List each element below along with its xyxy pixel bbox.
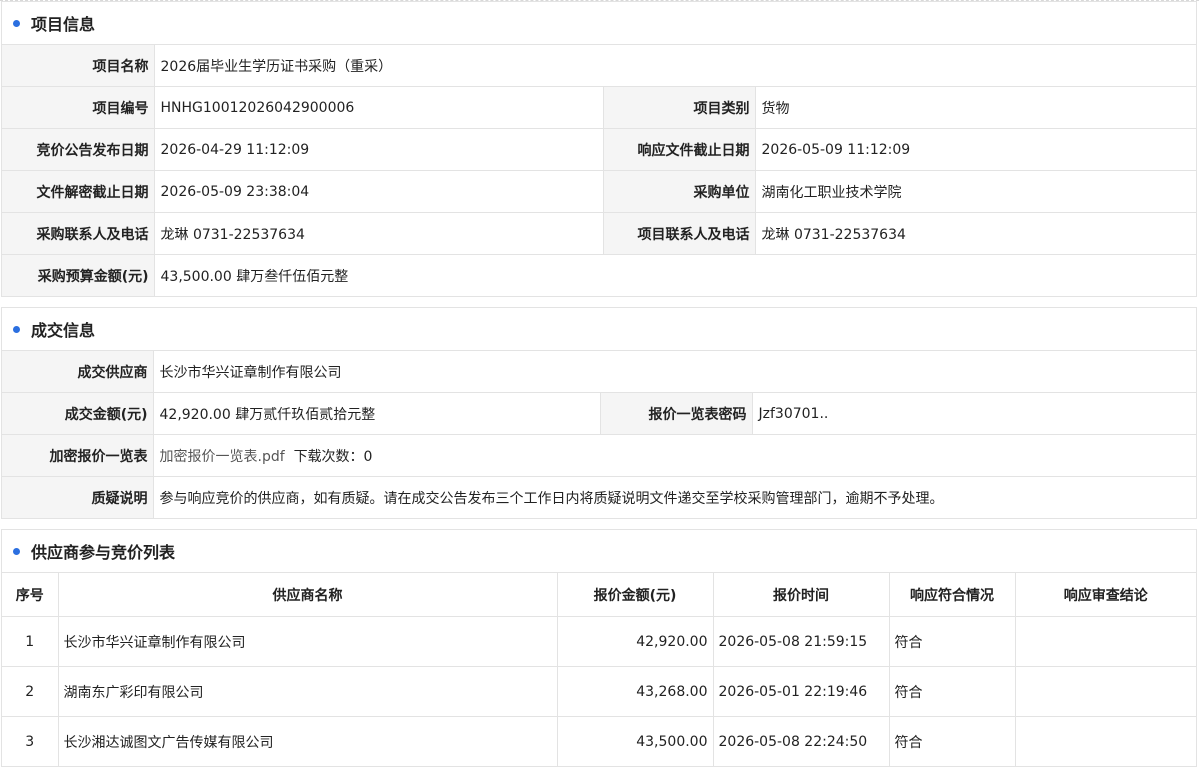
column-header: 报价金额(元) [557, 572, 714, 617]
quote-password-value: Jzf30701.. [752, 392, 1196, 435]
row-number: 1 [2, 616, 59, 667]
column-header: 响应审查结论 [1015, 572, 1196, 617]
table-row: 2 湖南东广彩印有限公司 43,268.00 2026-05-01 22:19:… [2, 666, 1196, 717]
row-number: 3 [2, 716, 59, 766]
row-number: 2 [2, 666, 59, 717]
column-header: 序号 [2, 572, 59, 617]
project-info-table: 项目名称 2026届毕业生学历证书采购（重采） 项目编号 HNHG1001202… [2, 44, 1196, 296]
section-header: 成交信息 [2, 308, 1196, 350]
publish-date-value: 2026-04-29 11:12:09 [154, 128, 604, 171]
deal-info-table: 成交供应商 长沙市华兴证章制作有限公司 成交金额(元) 42,920.00 肆万… [2, 350, 1196, 518]
section-header: 供应商参与竞价列表 [2, 530, 1196, 572]
row-deal-amount: 成交金额(元) 42,920.00 肆万贰仟玖佰贰拾元整 报价一览表密码 Jzf… [2, 392, 1196, 435]
review-conclusion [1015, 666, 1196, 717]
row-project-code: 项目编号 HNHG10012026042900006 项目类别 货物 [2, 86, 1196, 129]
field-label: 项目联系人及电话 [603, 212, 756, 255]
field-label: 项目类别 [603, 86, 756, 129]
deal-info-section: 成交信息 成交供应商 长沙市华兴证章制作有限公司 成交金额(元) 42,920.… [1, 307, 1197, 519]
field-label: 项目名称 [2, 44, 155, 87]
field-label: 加密报价一览表 [2, 434, 154, 477]
section-title: 成交信息 [31, 321, 96, 340]
bullet-dot-icon [13, 19, 20, 27]
row-encrypted-file: 加密报价一览表 加密报价一览表.pdf 下载次数：0 [2, 434, 1196, 477]
bid-time: 2026-05-08 21:59:15 [713, 616, 890, 667]
column-header: 响应符合情况 [889, 572, 1016, 617]
bullet-dot-icon [13, 547, 20, 555]
deal-supplier-value: 长沙市华兴证章制作有限公司 [153, 350, 1196, 393]
field-label: 响应文件截止日期 [603, 128, 756, 171]
field-label: 项目编号 [2, 86, 155, 129]
project-category-value: 货物 [755, 86, 1196, 129]
field-label: 采购单位 [603, 170, 756, 213]
row-budget: 采购预算金额(元) 43,500.00 肆万叁仟伍佰元整 [2, 254, 1196, 296]
compliance-status: 符合 [889, 616, 1016, 667]
download-count: 下载次数：0 [293, 448, 373, 465]
project-info-section: 项目信息 项目名称 2026届毕业生学历证书采购（重采） 项目编号 HNHG10… [1, 1, 1197, 297]
field-label: 质疑说明 [2, 476, 154, 518]
purchase-contact-value: 龙琳 0731-22537634 [154, 212, 604, 255]
row-dates: 竞价公告发布日期 2026-04-29 11:12:09 响应文件截止日期 20… [2, 128, 1196, 171]
field-label: 竞价公告发布日期 [2, 128, 155, 171]
row-objection: 质疑说明 参与响应竞价的供应商，如有质疑。请在成交公告发布三个工作日内将质疑说明… [2, 476, 1196, 518]
supplier-name: 湖南东广彩印有限公司 [58, 666, 558, 717]
section-header: 项目信息 [2, 2, 1196, 44]
project-name-value: 2026届毕业生学历证书采购（重采） [154, 44, 1196, 87]
table-row: 1 长沙市华兴证章制作有限公司 42,920.00 2026-05-08 21:… [2, 616, 1196, 667]
bid-amount: 43,268.00 [557, 666, 714, 717]
compliance-status: 符合 [889, 716, 1016, 766]
compliance-status: 符合 [889, 666, 1016, 717]
supplier-name: 长沙湘达诚图文广告传媒有限公司 [58, 716, 558, 766]
field-label: 采购预算金额(元) [2, 254, 155, 296]
column-header: 供应商名称 [58, 572, 558, 617]
encrypted-file-cell: 加密报价一览表.pdf 下载次数：0 [153, 434, 1196, 477]
bullet-dot-icon [13, 325, 20, 333]
row-project-name: 项目名称 2026届毕业生学历证书采购（重采） [2, 44, 1196, 87]
encrypted-quote-file-link[interactable]: 加密报价一览表.pdf [160, 449, 285, 465]
bid-time: 2026-05-01 22:19:46 [713, 666, 890, 717]
objection-note: 参与响应竞价的供应商，如有质疑。请在成交公告发布三个工作日内将质疑说明文件递交至… [153, 476, 1196, 518]
section-title: 供应商参与竞价列表 [31, 543, 176, 562]
column-header: 报价时间 [713, 572, 890, 617]
bid-list-table: 序号 供应商名称 报价金额(元) 报价时间 响应符合情况 响应审查结论 1 长沙… [2, 572, 1196, 766]
project-code-value: HNHG10012026042900006 [154, 86, 604, 129]
bid-amount: 43,500.00 [557, 716, 714, 766]
response-deadline-value: 2026-05-09 11:12:09 [755, 128, 1196, 171]
field-label: 报价一览表密码 [600, 392, 753, 435]
field-label: 成交金额(元) [2, 392, 154, 435]
field-label: 采购联系人及电话 [2, 212, 155, 255]
supplier-name: 长沙市华兴证章制作有限公司 [58, 616, 558, 667]
section-title: 项目信息 [31, 15, 96, 34]
project-contact-value: 龙琳 0731-22537634 [755, 212, 1196, 255]
row-contacts: 采购联系人及电话 龙琳 0731-22537634 项目联系人及电话 龙琳 07… [2, 212, 1196, 255]
bid-list-section: 供应商参与竞价列表 序号 供应商名称 报价金额(元) 报价时间 响应符合情况 响… [1, 529, 1197, 767]
purchaser-value: 湖南化工职业技术学院 [755, 170, 1196, 213]
budget-value: 43,500.00 肆万叁仟伍佰元整 [154, 254, 1196, 296]
row-deal-supplier: 成交供应商 长沙市华兴证章制作有限公司 [2, 350, 1196, 393]
table-header-row: 序号 供应商名称 报价金额(元) 报价时间 响应符合情况 响应审查结论 [2, 572, 1196, 617]
field-label: 文件解密截止日期 [2, 170, 155, 213]
deal-amount-value: 42,920.00 肆万贰仟玖佰贰拾元整 [153, 392, 601, 435]
bid-time: 2026-05-08 22:24:50 [713, 716, 890, 766]
review-conclusion [1015, 716, 1196, 766]
table-row: 3 长沙湘达诚图文广告传媒有限公司 43,500.00 2026-05-08 2… [2, 716, 1196, 766]
decrypt-deadline-value: 2026-05-09 23:38:04 [154, 170, 604, 213]
field-label: 成交供应商 [2, 350, 154, 393]
review-conclusion [1015, 616, 1196, 667]
bid-amount: 42,920.00 [557, 616, 714, 667]
row-decrypt-purchaser: 文件解密截止日期 2026-05-09 23:38:04 采购单位 湖南化工职业… [2, 170, 1196, 213]
